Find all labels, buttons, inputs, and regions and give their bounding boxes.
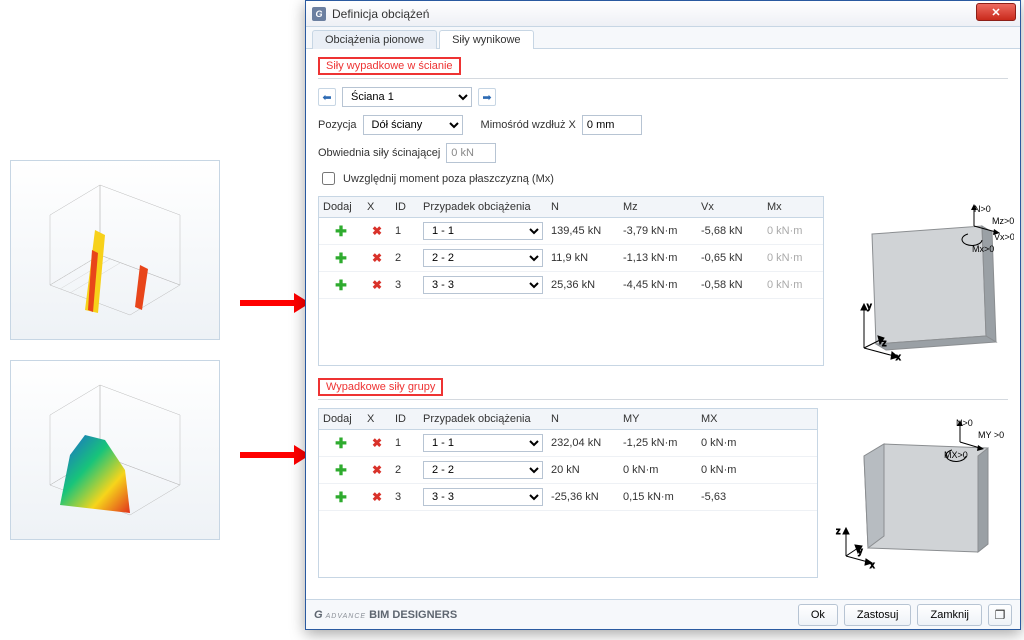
section1-title: Siły wypadkowe w ścianie (318, 57, 461, 75)
svg-text:y: y (858, 546, 863, 556)
table-row: ✚ ✖ 2 2 - 2 20 kN 0 kN·m 0 kN·m (319, 457, 817, 484)
wall-select[interactable]: Ściana 1 (342, 87, 472, 107)
col-id: ID (391, 197, 419, 217)
group-result-thumbnail (10, 360, 220, 540)
svg-text:Mz>0: Mz>0 (992, 216, 1014, 226)
table-row: ✚ ✖ 1 1 - 1 139,45 kN -3,79 kN·m -5,68 k… (319, 218, 823, 245)
close-icon[interactable]: ✕ (976, 3, 1016, 21)
col-n: N (547, 197, 619, 217)
load-definition-dialog: G Definicja obciążeń ✕ Obciążenia pionow… (305, 0, 1021, 630)
shear-envelope-label: Obwiednia siły ścinającej (318, 147, 440, 159)
tab-resultant-forces[interactable]: Siły wynikowe (439, 30, 533, 49)
titlebar: G Definicja obciążeń ✕ (306, 1, 1020, 27)
delete-row-icon[interactable]: ✖ (363, 432, 391, 454)
wall-forces-table: Dodaj X ID Przypadek obciążenia N Mz Vx … (318, 196, 824, 366)
arrow-to-section1 (240, 290, 310, 316)
eccentricity-input[interactable] (582, 115, 642, 135)
loadcase-select[interactable]: 3 - 3 (423, 276, 543, 294)
tab-bar: Obciążenia pionowe Siły wynikowe (306, 27, 1020, 49)
col-mz: Mz (619, 197, 697, 217)
col-x: X (363, 409, 391, 429)
col-n: N (547, 409, 619, 429)
svg-text:y: y (867, 301, 872, 311)
help-cube-icon[interactable]: ❐ (988, 604, 1012, 626)
svg-text:N>0: N>0 (974, 204, 991, 214)
window-title: Definicja obciążeń (332, 7, 429, 21)
position-select[interactable]: Dół ściany (363, 115, 463, 135)
table-row: ✚ ✖ 1 1 - 1 232,04 kN -1,25 kN·m 0 kN·m (319, 430, 817, 457)
close-button[interactable]: Zamknij (917, 604, 982, 626)
col-mx: Mx (763, 197, 823, 217)
loadcase-select[interactable]: 2 - 2 (423, 249, 543, 267)
loadcase-select[interactable]: 1 - 1 (423, 222, 543, 240)
col-add: Dodaj (319, 197, 363, 217)
svg-text:z: z (836, 526, 841, 536)
section-wall-forces: Siły wypadkowe w ścianie ⬅ Ściana 1 ➡ Po… (306, 49, 1020, 370)
svg-text:MY >0: MY >0 (978, 430, 1004, 440)
col-id: ID (391, 409, 419, 429)
add-row-icon[interactable]: ✚ (319, 485, 363, 510)
wall-force-diagram: y z x N>0 Mz>0 Vx>0 Mx>0 (834, 196, 1014, 366)
wall-result-thumbnail (10, 160, 220, 340)
prev-wall-button[interactable]: ⬅ (318, 88, 336, 106)
add-row-icon[interactable]: ✚ (319, 431, 363, 456)
table-row: ✚ ✖ 3 3 - 3 -25,36 kN 0,15 kN·m -5,63 (319, 484, 817, 511)
delete-row-icon[interactable]: ✖ (363, 274, 391, 296)
arrow-to-section2 (240, 442, 310, 468)
apply-button[interactable]: Zastosuj (844, 604, 912, 626)
col-x: X (363, 197, 391, 217)
loadcase-select[interactable]: 1 - 1 (423, 434, 543, 452)
group-forces-table: Dodaj X ID Przypadek obciążenia N MY MX … (318, 408, 818, 578)
section2-title: Wypadkowe siły grupy (318, 378, 443, 396)
col-case: Przypadek obciążenia (419, 197, 547, 217)
loadcase-select[interactable]: 2 - 2 (423, 461, 543, 479)
delete-row-icon[interactable]: ✖ (363, 459, 391, 481)
add-row-icon[interactable]: ✚ (319, 219, 363, 244)
svg-text:x: x (870, 560, 875, 570)
col-case: Przypadek obciążenia (419, 409, 547, 429)
col-my: MY (619, 409, 697, 429)
shear-envelope-value (446, 143, 496, 163)
result-thumbnails (10, 160, 300, 560)
include-mx-label: Uwzględnij moment poza płaszczyzną (Mx) (343, 173, 554, 185)
dialog-footer: G ADVANCE BIM DESIGNERS Ok Zastosuj Zamk… (306, 599, 1020, 629)
loadcase-select[interactable]: 3 - 3 (423, 488, 543, 506)
next-wall-button[interactable]: ➡ (478, 88, 496, 106)
add-row-icon[interactable]: ✚ (319, 246, 363, 271)
brand-logo: G ADVANCE BIM DESIGNERS (314, 609, 457, 621)
svg-text:x: x (896, 352, 901, 362)
delete-row-icon[interactable]: ✖ (363, 247, 391, 269)
delete-row-icon[interactable]: ✖ (363, 220, 391, 242)
add-row-icon[interactable]: ✚ (319, 458, 363, 483)
position-label: Pozycja (318, 119, 357, 131)
include-mx-checkbox[interactable] (322, 172, 335, 185)
app-icon: G (312, 7, 326, 21)
table-row: ✚ ✖ 2 2 - 2 11,9 kN -1,13 kN·m -0,65 kN … (319, 245, 823, 272)
col-vx: Vx (697, 197, 763, 217)
group-force-diagram: z y x N>0 MY >0 MX>0 (828, 408, 1008, 578)
col-add: Dodaj (319, 409, 363, 429)
col-mx: MX (697, 409, 763, 429)
add-row-icon[interactable]: ✚ (319, 273, 363, 298)
delete-row-icon[interactable]: ✖ (363, 486, 391, 508)
section-group-forces: Wypadkowe siły grupy Dodaj X ID Przypade… (306, 370, 1020, 582)
svg-text:z: z (882, 338, 887, 348)
eccentricity-label: Mimośród wzdłuż X (481, 119, 576, 131)
table-row: ✚ ✖ 3 3 - 3 25,36 kN -4,45 kN·m -0,58 kN… (319, 272, 823, 299)
ok-button[interactable]: Ok (798, 604, 838, 626)
tab-vertical-loads[interactable]: Obciążenia pionowe (312, 30, 437, 49)
